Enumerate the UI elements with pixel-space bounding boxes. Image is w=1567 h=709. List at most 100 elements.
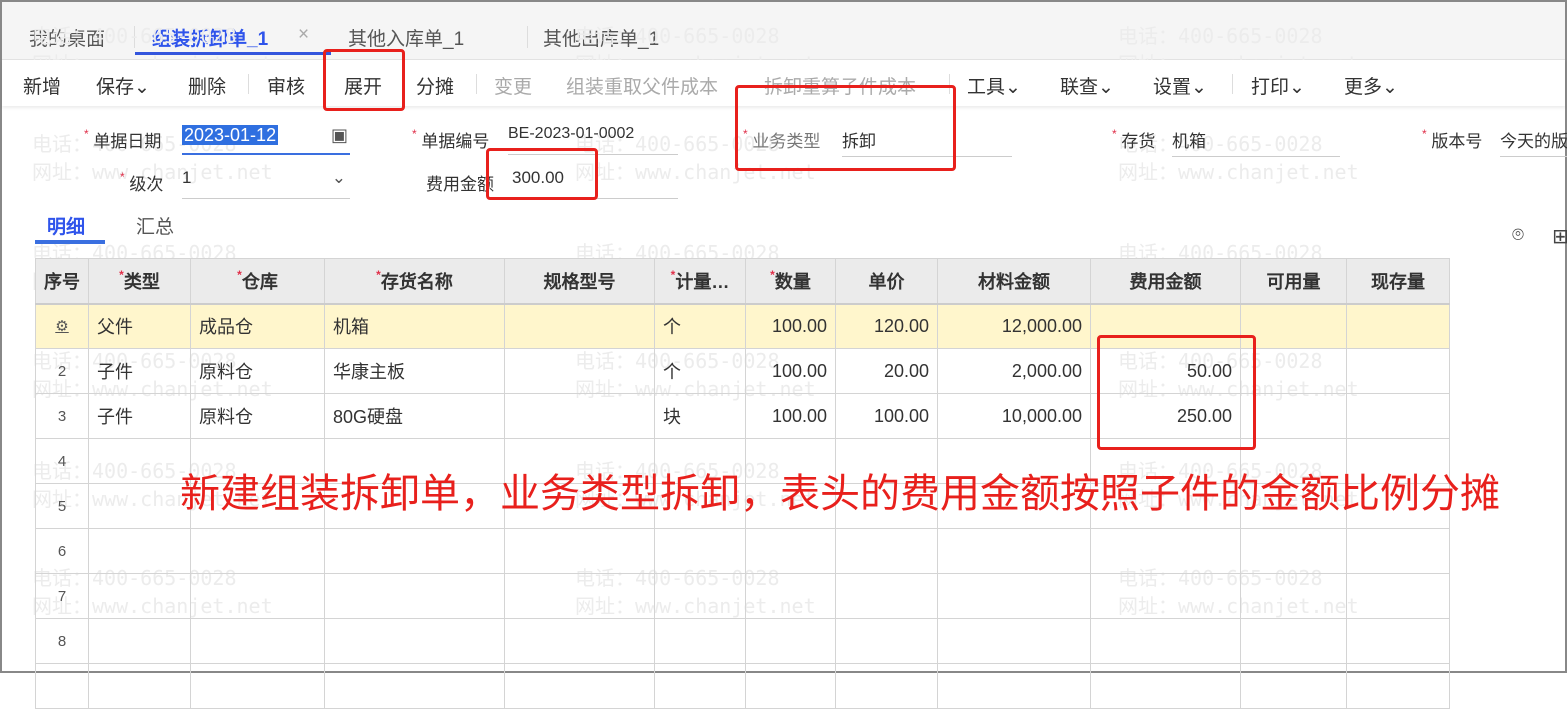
table-cell[interactable]: 100.00: [835, 393, 938, 439]
table-cell[interactable]: 原料仓: [190, 393, 325, 439]
column-header[interactable]: 材料金额: [937, 258, 1091, 305]
table-cell[interactable]: [1090, 573, 1241, 619]
column-header[interactable]: *数量: [745, 258, 836, 305]
table-cell[interactable]: 个: [654, 303, 746, 349]
table-cell[interactable]: [190, 663, 325, 709]
table-cell[interactable]: 120.00: [835, 303, 938, 349]
table-cell[interactable]: 80G硬盘: [324, 393, 505, 439]
tab-assembly-order[interactable]: 组装拆卸单_1: [152, 24, 268, 51]
table-cell[interactable]: [88, 483, 191, 529]
tools-menu[interactable]: 工具⌄: [967, 72, 1021, 99]
change-button[interactable]: 变更: [494, 72, 532, 99]
table-cell[interactable]: 6: [35, 528, 89, 574]
table-row[interactable]: 8: [35, 618, 1450, 664]
table-cell[interactable]: [324, 528, 505, 574]
version-field[interactable]: 今天的版本: [1500, 127, 1567, 157]
table-cell[interactable]: 10,000.00: [937, 393, 1091, 439]
table-cell[interactable]: [745, 528, 836, 574]
reassemble-cost-button[interactable]: 组装重取父件成本: [566, 72, 718, 99]
table-cell[interactable]: [654, 618, 746, 664]
table-cell[interactable]: 华康主板: [324, 348, 505, 394]
table-cell[interactable]: [88, 618, 191, 664]
table-cell[interactable]: [1240, 393, 1347, 439]
column-header[interactable]: *计量…: [654, 258, 746, 305]
settings-menu[interactable]: 设置⌄: [1153, 72, 1207, 99]
table-row[interactable]: 7: [35, 573, 1450, 619]
table-cell[interactable]: [504, 573, 655, 619]
table-cell[interactable]: [1240, 303, 1347, 349]
tab-detail[interactable]: 明细: [47, 212, 85, 239]
table-cell[interactable]: [937, 663, 1091, 709]
column-header[interactable]: 费用金额: [1090, 258, 1241, 305]
table-cell[interactable]: [835, 573, 938, 619]
table-cell[interactable]: [88, 663, 191, 709]
delete-button[interactable]: 删除: [188, 72, 226, 99]
table-cell[interactable]: [324, 618, 505, 664]
table-cell[interactable]: [1346, 618, 1450, 664]
table-cell[interactable]: [937, 573, 1091, 619]
table-cell[interactable]: 3: [35, 393, 89, 439]
column-header[interactable]: *存货名称: [324, 258, 505, 305]
table-cell[interactable]: [1346, 393, 1450, 439]
column-header[interactable]: 可用量: [1240, 258, 1347, 305]
table-cell[interactable]: 12,000.00: [937, 303, 1091, 349]
table-cell[interactable]: [937, 618, 1091, 664]
table-cell[interactable]: [190, 573, 325, 619]
table-cell[interactable]: [1346, 663, 1450, 709]
table-cell[interactable]: 7: [35, 573, 89, 619]
inventory-field[interactable]: 机箱: [1172, 127, 1340, 157]
table-cell[interactable]: [745, 663, 836, 709]
date-field[interactable]: 2023-01-12 ▣: [182, 125, 350, 155]
audit-button[interactable]: 审核: [267, 72, 305, 99]
table-cell[interactable]: [88, 528, 191, 574]
table-cell[interactable]: [1240, 348, 1347, 394]
column-header[interactable]: 现存量: [1346, 258, 1450, 305]
table-cell[interactable]: [1090, 663, 1241, 709]
table-cell[interactable]: [1090, 618, 1241, 664]
allocate-button[interactable]: 分摊: [416, 72, 454, 99]
table-cell[interactable]: [1240, 618, 1347, 664]
table-cell[interactable]: [1346, 528, 1450, 574]
table-cell[interactable]: [190, 528, 325, 574]
add-column-icon[interactable]: ⊞: [1552, 224, 1567, 249]
more-menu[interactable]: 更多⌄: [1344, 72, 1398, 99]
table-cell[interactable]: ⚙: [35, 303, 89, 349]
table-cell[interactable]: [504, 618, 655, 664]
table-cell[interactable]: [1346, 573, 1450, 619]
table-cell[interactable]: [835, 663, 938, 709]
tab-desktop[interactable]: 我的桌面: [29, 24, 105, 51]
table-cell[interactable]: [745, 573, 836, 619]
table-cell[interactable]: [1240, 528, 1347, 574]
table-cell[interactable]: [654, 573, 746, 619]
table-cell[interactable]: [745, 618, 836, 664]
table-cell[interactable]: 8: [35, 618, 89, 664]
table-cell[interactable]: 个: [654, 348, 746, 394]
table-cell[interactable]: 2: [35, 348, 89, 394]
table-cell[interactable]: [654, 663, 746, 709]
tab-other-outbound[interactable]: 其他出库单_1: [543, 24, 659, 51]
table-cell[interactable]: [1346, 303, 1450, 349]
table-cell[interactable]: [937, 528, 1091, 574]
table-cell[interactable]: 子件: [88, 348, 191, 394]
table-cell[interactable]: [654, 528, 746, 574]
column-header[interactable]: *类型: [88, 258, 191, 305]
column-header[interactable]: 单价: [835, 258, 938, 305]
table-cell[interactable]: [835, 528, 938, 574]
table-cell[interactable]: 成品仓: [190, 303, 325, 349]
table-row[interactable]: 6: [35, 528, 1450, 574]
level-select[interactable]: 1 ⌄: [182, 168, 350, 199]
table-row[interactable]: [35, 663, 1450, 709]
table-cell[interactable]: [504, 303, 655, 349]
table-cell[interactable]: [1240, 663, 1347, 709]
table-cell[interactable]: [504, 663, 655, 709]
table-cell[interactable]: 机箱: [324, 303, 505, 349]
table-cell[interactable]: 100.00: [745, 393, 836, 439]
table-cell[interactable]: 2,000.00: [937, 348, 1091, 394]
print-menu[interactable]: 打印⌄: [1251, 72, 1305, 99]
table-cell[interactable]: 5: [35, 483, 89, 529]
table-cell[interactable]: 子件: [88, 393, 191, 439]
table-cell[interactable]: [1090, 528, 1241, 574]
table-cell[interactable]: 块: [654, 393, 746, 439]
column-header[interactable]: 序号: [35, 258, 89, 305]
table-cell[interactable]: [324, 573, 505, 619]
